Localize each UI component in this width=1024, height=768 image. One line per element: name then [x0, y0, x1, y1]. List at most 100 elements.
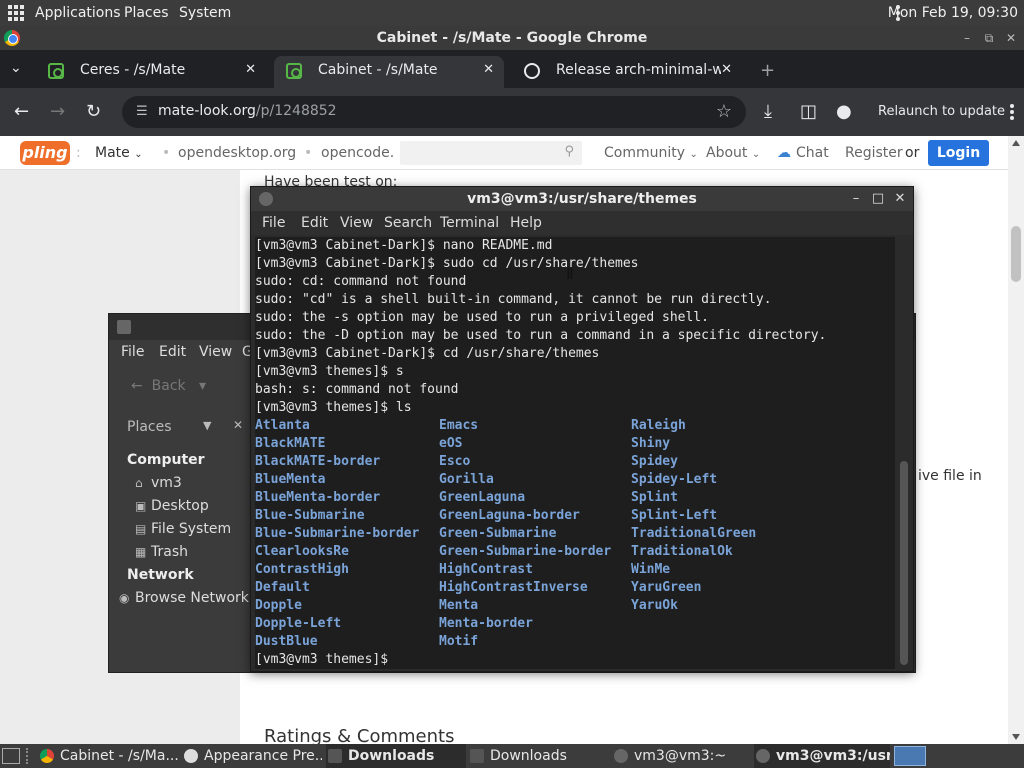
ls-dir-entry: Menta	[439, 598, 479, 613]
restore-icon[interactable]: ⧉	[980, 30, 998, 46]
tab-close-icon[interactable]: ✕	[721, 56, 732, 84]
chrome-titlebar[interactable]: Cabinet - /s/Mate - Google Chrome – ⧉ ✕	[0, 26, 1024, 50]
term-menu-help[interactable]: Help	[510, 215, 542, 231]
profile-icon[interactable]: ●	[836, 101, 852, 122]
close-icon[interactable]: ✕	[1002, 30, 1020, 46]
ls-dir-entry: Shiny	[631, 436, 671, 451]
scroll-down-arrow-icon[interactable]	[1012, 734, 1020, 740]
sidebar-item-browse-network[interactable]: ◉ Browse Network	[119, 590, 249, 606]
task-terminal-themes[interactable]: vm3@vm3:/usr/...	[754, 744, 890, 768]
nav-mate[interactable]: Mate ⌄	[95, 145, 143, 161]
task-downloads[interactable]: Downloads	[468, 744, 608, 768]
terminal-line: sudo: "cd" is a shell built-in command, …	[255, 292, 772, 307]
network-icon: ◉	[119, 591, 130, 605]
nav-opendesktop[interactable]: opendesktop.org	[178, 145, 296, 161]
side-panel-icon[interactable]: ◫	[800, 101, 817, 122]
sidebar-item-home[interactable]: ⌂ vm3	[135, 475, 182, 491]
close-sidebar-icon[interactable]: ✕	[233, 418, 243, 432]
terminal-line: [vm3@vm3 Cabinet-Dark]$ sudo cd /usr/sha…	[255, 256, 639, 271]
terminal-titlebar[interactable]: vm3@vm3:/usr/share/themes – □ ✕	[251, 187, 913, 211]
ls-dir-entry: ClearlooksRe	[255, 544, 349, 559]
menu-applications[interactable]: Applications	[35, 5, 121, 21]
ls-dir-entry: HighContrast	[439, 562, 533, 577]
sidebar-item-desktop[interactable]: ▣ Desktop	[135, 498, 209, 514]
ls-dir-entry: Spidey-Left	[631, 472, 718, 487]
tab-title: Ceres - /s/Mate	[80, 62, 186, 78]
back-arrow-icon[interactable]: ←	[14, 101, 29, 122]
ls-dir-entry: GreenLaguna-border	[439, 508, 580, 523]
tab-close-icon[interactable]: ✕	[245, 56, 256, 84]
forward-arrow-icon[interactable]: →	[50, 101, 65, 122]
sidebar-item-filesystem[interactable]: ▤ File System	[135, 521, 231, 537]
nav-community[interactable]: Community ⌄	[604, 145, 698, 161]
url-text[interactable]: mate-look.org/p/1248852	[158, 103, 337, 119]
site-search-input[interactable]: ⚲	[400, 141, 582, 165]
site-info-icon[interactable]: ☰	[136, 104, 148, 119]
show-desktop-icon[interactable]	[2, 748, 20, 764]
bookmark-star-icon[interactable]: ☆	[716, 101, 732, 122]
chat-icon[interactable]: ☁	[777, 145, 791, 161]
ls-dir-entry: Green-Submarine	[439, 526, 557, 541]
dropdown-arrow-icon[interactable]: ▼	[203, 419, 211, 432]
chrome-menu-icon[interactable]	[1010, 104, 1014, 120]
pling-logo[interactable]: pling	[20, 141, 70, 165]
download-icon[interactable]: ⤓	[764, 101, 772, 122]
tab-release[interactable]: Release arch-minimal-wallp ✕	[512, 56, 742, 88]
ls-dir-entry: Dopple-Left	[255, 616, 342, 631]
description-text: ive file in	[918, 468, 982, 484]
scrollbar-thumb[interactable]	[900, 461, 908, 665]
terminal-window[interactable]: vm3@vm3:/usr/share/themes – □ ✕ File Edi…	[250, 186, 914, 672]
ls-dir-entry: Blue-Submarine	[255, 508, 365, 523]
terminal-prompt[interactable]: [vm3@vm3 themes]$	[255, 651, 396, 669]
text-cursor-icon: Ⅱ	[566, 264, 574, 283]
term-menu-file[interactable]: File	[262, 215, 285, 231]
terminal-output[interactable]: [vm3@vm3 Cabinet-Dark]$ nano README.md […	[255, 237, 895, 669]
ls-dir-entry: GreenLaguna	[439, 490, 526, 505]
ls-dir-entry: BlackMATE	[255, 436, 326, 451]
menu-places[interactable]: Places	[124, 5, 169, 21]
fm-menu-edit[interactable]: Edit	[159, 344, 186, 360]
relaunch-to-update-button[interactable]: Relaunch to update	[878, 104, 1005, 119]
workspace-switcher[interactable]	[894, 746, 926, 766]
tab-ceres[interactable]: Ceres - /s/Mate ✕	[36, 56, 266, 88]
terminal-scrollbar[interactable]	[897, 237, 911, 669]
scroll-up-arrow-icon[interactable]	[1012, 140, 1020, 146]
scrollbar-thumb[interactable]	[1011, 226, 1021, 282]
task-chrome[interactable]: Cabinet - /s/Ma...	[38, 744, 178, 768]
nav-about[interactable]: About ⌄	[706, 145, 760, 161]
term-menu-edit[interactable]: Edit	[301, 215, 328, 231]
tab-close-icon[interactable]: ✕	[483, 56, 494, 84]
sidebar-item-trash[interactable]: ▦ Trash	[135, 544, 188, 560]
term-menu-search[interactable]: Search	[384, 215, 432, 231]
folder-icon	[470, 749, 484, 763]
apps-grid-icon[interactable]	[8, 5, 24, 21]
search-icon[interactable]: ⚲	[564, 144, 574, 159]
new-tab-plus-icon[interactable]: +	[760, 60, 775, 81]
tab-cabinet[interactable]: Cabinet - /s/Mate ✕	[274, 56, 504, 88]
clock[interactable]: Mon Feb 19, 09:30	[888, 5, 1018, 21]
fm-menu-view[interactable]: View	[199, 344, 232, 360]
nav-opencode[interactable]: opencode.	[321, 145, 394, 161]
menu-system[interactable]: System	[179, 5, 231, 21]
tab-search-chevron-icon[interactable]: ⌄	[10, 60, 22, 76]
fm-menu-file[interactable]: File	[121, 344, 144, 360]
fm-places-dropdown[interactable]: Places ▼ ✕	[117, 416, 251, 440]
term-menu-view[interactable]: View	[340, 215, 373, 231]
close-icon[interactable]: ✕	[893, 187, 907, 211]
minimize-icon[interactable]: –	[849, 187, 863, 211]
ls-column: Raleigh Shiny Spidey Spidey-Left Splint Splin…	[631, 417, 756, 615]
address-bar[interactable]: ☰ mate-look.org/p/1248852 ☆	[122, 96, 746, 128]
minimize-icon[interactable]: –	[958, 30, 976, 46]
page-scrollbar[interactable]	[1008, 136, 1024, 744]
register-link[interactable]: Register	[845, 145, 903, 161]
maximize-icon[interactable]: □	[871, 187, 885, 211]
task-downloads-active[interactable]: Downloads	[326, 744, 466, 768]
fm-back-button[interactable]: ← Back ▾	[131, 378, 206, 394]
terminal-line: [vm3@vm3 themes]$ s	[255, 364, 404, 379]
reload-icon[interactable]: ↻	[86, 101, 101, 122]
task-appearance[interactable]: Appearance Pre...	[182, 744, 322, 768]
nav-chat[interactable]: Chat	[796, 145, 829, 161]
term-menu-terminal[interactable]: Terminal	[440, 215, 499, 231]
task-terminal-home[interactable]: vm3@vm3:~	[612, 744, 752, 768]
login-button[interactable]: Login	[928, 140, 989, 166]
